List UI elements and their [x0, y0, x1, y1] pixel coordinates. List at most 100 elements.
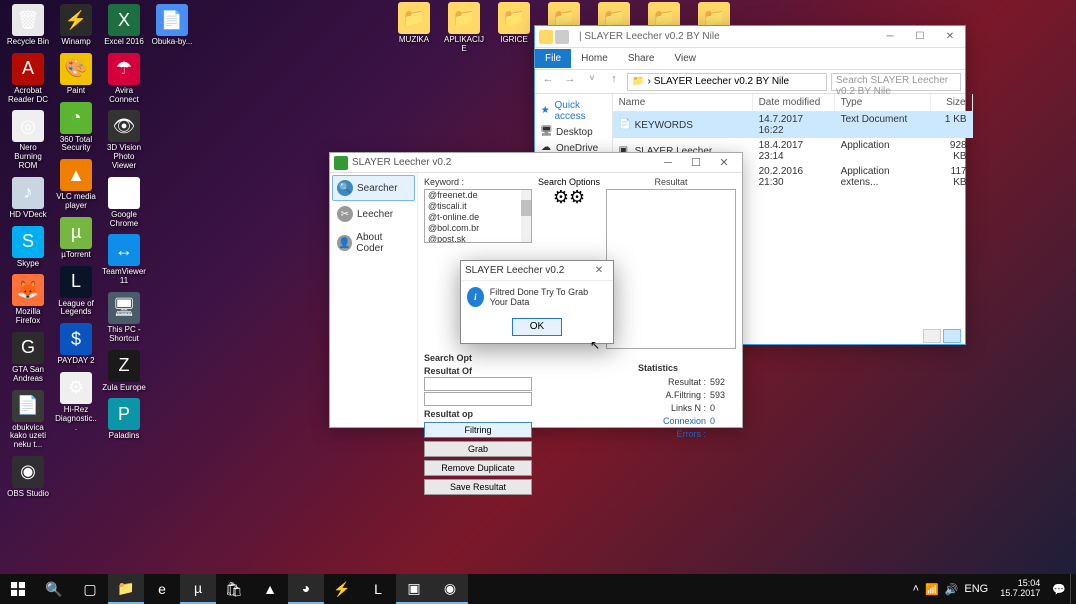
show-desktop-button[interactable] — [1070, 574, 1076, 604]
keyword-item[interactable]: @freenet.de — [425, 190, 531, 201]
desktop-icon[interactable]: 🖥This PC - Shortcut — [102, 292, 146, 344]
desktop-folder[interactable]: 📁APLIKACIJE — [442, 2, 486, 54]
desktop-icon[interactable]: XExcel 2016 — [102, 4, 146, 47]
network-icon[interactable]: 📶 — [925, 583, 939, 596]
file-row[interactable]: 📄KEYWORDS14.7.2017 16:22Text Document1 K… — [613, 112, 973, 138]
desktop-icon[interactable]: PPaladins — [102, 398, 146, 441]
address-path[interactable]: 📁 › SLAYER Leecher v0.2 BY Nile — [627, 73, 827, 91]
taskbar-lol-button[interactable]: L — [360, 574, 396, 604]
up-button[interactable]: ↑ — [605, 73, 623, 91]
desktop-icon[interactable]: 🎨Paint — [54, 53, 98, 96]
desktop-icon[interactable]: LLeague of Legends — [54, 266, 98, 318]
desktop-icon[interactable]: 📄Obuka-by... — [150, 4, 194, 47]
taskbar-explorer-button[interactable]: 📁 — [108, 574, 144, 604]
close-button[interactable]: ✕ — [589, 265, 609, 276]
start-button[interactable] — [0, 574, 36, 604]
taskbar-search-button[interactable]: 🔍 — [36, 574, 72, 604]
taskbar-edge-button[interactable]: e — [144, 574, 180, 604]
language-indicator[interactable]: ENG — [964, 583, 988, 595]
desktop-icon[interactable]: ↔TeamViewer 11 — [102, 234, 146, 286]
folder-icon: 📁 — [398, 2, 430, 34]
taskbar-obs-button[interactable]: ◉ — [432, 574, 468, 604]
clock[interactable]: 15:04 15.7.2017 — [994, 579, 1046, 599]
slayer-tab[interactable]: ✂Leecher — [332, 201, 415, 227]
taskbar-utorrent-button[interactable]: µ — [180, 574, 216, 604]
keyword-item[interactable]: @post.sk — [425, 234, 531, 243]
keyword-list[interactable]: @freenet.de@tiscali.it@t-online.de@bol.c… — [424, 189, 532, 243]
save-button[interactable]: Save Resultat — [424, 479, 532, 495]
ribbon-share[interactable]: Share — [618, 49, 665, 68]
desktop-icon[interactable]: GGTA San Andreas — [6, 332, 50, 384]
desktop-icon[interactable]: 🦊Mozilla Firefox — [6, 274, 50, 326]
column-headers[interactable]: Name Date modified Type Size — [613, 94, 973, 112]
nav-item[interactable]: 🖥Desktop — [537, 124, 610, 140]
close-button[interactable]: ✕ — [710, 156, 738, 169]
taskbar-winamp-button[interactable]: ⚡ — [324, 574, 360, 604]
desktop-folder[interactable]: 📁IGRICE — [492, 2, 536, 54]
desktop-icon[interactable]: 🗑Recycle Bin — [6, 4, 50, 47]
desktop-icon[interactable]: ♪HD VDeck — [6, 177, 50, 220]
desktop-icon[interactable]: 📄obukvica kako uzeti neku t... — [6, 390, 50, 450]
keyword-item[interactable]: @bol.com.br — [425, 223, 531, 234]
minimize-button[interactable]: ─ — [875, 27, 905, 47]
filtring-button[interactable]: Filtring — [424, 422, 532, 438]
desktop-icon[interactable]: ◎Nero Burning ROM — [6, 110, 50, 170]
result-listbox[interactable] — [606, 189, 736, 349]
desktop-icon[interactable]: SSkype — [6, 226, 50, 269]
taskbar-store-button[interactable]: 🛍 — [216, 574, 252, 604]
desktop-icon[interactable]: ◕Google Chrome — [102, 177, 146, 229]
tray-up-icon[interactable]: ˄ — [913, 583, 919, 595]
explorer-titlebar[interactable]: | SLAYER Leecher v0.2 BY Nile ─ ☐ ✕ — [535, 26, 965, 48]
result-field2[interactable] — [424, 392, 532, 406]
icons-view-button[interactable] — [943, 329, 961, 343]
forward-button[interactable]: → — [561, 73, 579, 91]
desktop-icon[interactable]: ◉OBS Studio — [6, 456, 50, 499]
taskbar-chrome-button[interactable]: ◕ — [288, 574, 324, 604]
icon-label: Avira Connect — [102, 87, 146, 105]
desktop-icon[interactable]: $PAYDAY 2 — [54, 323, 98, 366]
desktop-icon[interactable]: ◔360 Total Security — [54, 102, 98, 154]
back-button[interactable]: ← — [539, 73, 557, 91]
slayer-tab[interactable]: 👤About Coder — [332, 227, 415, 259]
slayer-titlebar[interactable]: SLAYER Leecher v0.2 ─ ☐ ✕ — [330, 153, 742, 173]
tab-label: Leecher — [357, 209, 393, 220]
taskbar-vlc-button[interactable]: ▲ — [252, 574, 288, 604]
close-button[interactable]: ✕ — [935, 27, 965, 47]
taskbar-taskview-button[interactable]: ▢ — [72, 574, 108, 604]
maximize-button[interactable]: ☐ — [682, 156, 710, 169]
keyword-item[interactable]: @tiscali.it — [425, 201, 531, 212]
keyword-item[interactable]: @t-online.de — [425, 212, 531, 223]
ok-button[interactable]: OK — [512, 318, 562, 336]
desktop-icon[interactable]: ⚡Winamp — [54, 4, 98, 47]
scrollbar[interactable] — [521, 190, 531, 242]
desktop-icon[interactable]: µµTorrent — [54, 217, 98, 260]
volume-icon[interactable]: 🔊 — [945, 583, 959, 596]
ribbon-home[interactable]: Home — [571, 49, 618, 68]
app-icon: ↔ — [108, 234, 140, 266]
desktop-icon[interactable]: 👁3D Vision Photo Viewer — [102, 110, 146, 170]
desktop-folder[interactable]: 📁MUZIKA — [392, 2, 436, 54]
desktop-icon[interactable]: ⚙Hi-Rez Diagnostic... — [54, 372, 98, 432]
remove-dup-button[interactable]: Remove Duplicate — [424, 460, 532, 476]
maximize-button[interactable]: ☐ — [905, 27, 935, 47]
explorer-search[interactable]: Search SLAYER Leecher v0.2 BY Nile — [831, 73, 961, 91]
ribbon-view[interactable]: View — [665, 49, 707, 68]
slayer-tab[interactable]: 🔍Searcher — [332, 175, 415, 201]
desktop-icon[interactable]: AAcrobat Reader DC — [6, 53, 50, 105]
grab-button[interactable]: Grab — [424, 441, 532, 457]
taskbar-slayer-button[interactable]: ▣ — [396, 574, 432, 604]
desktop-icon[interactable]: ☂Avira Connect — [102, 53, 146, 105]
file-date: 14.7.2017 16:22 — [753, 112, 835, 138]
recent-button[interactable]: ˅ — [583, 73, 601, 91]
dialog-titlebar[interactable]: SLAYER Leecher v0.2 ✕ — [461, 261, 613, 281]
minimize-button[interactable]: ─ — [654, 157, 682, 169]
desktop-icon[interactable]: ▲VLC media player — [54, 159, 98, 211]
gear-icon[interactable]: ⚙⚙ — [538, 187, 600, 208]
notifications-icon[interactable]: 💬 — [1052, 583, 1066, 596]
result-field[interactable] — [424, 377, 532, 391]
ribbon-file[interactable]: File — [535, 49, 571, 68]
app-icon: Z — [108, 350, 140, 382]
desktop-icon[interactable]: ZZula Europe — [102, 350, 146, 393]
nav-item[interactable]: ★Quick access — [537, 98, 610, 124]
details-view-button[interactable] — [923, 329, 941, 343]
